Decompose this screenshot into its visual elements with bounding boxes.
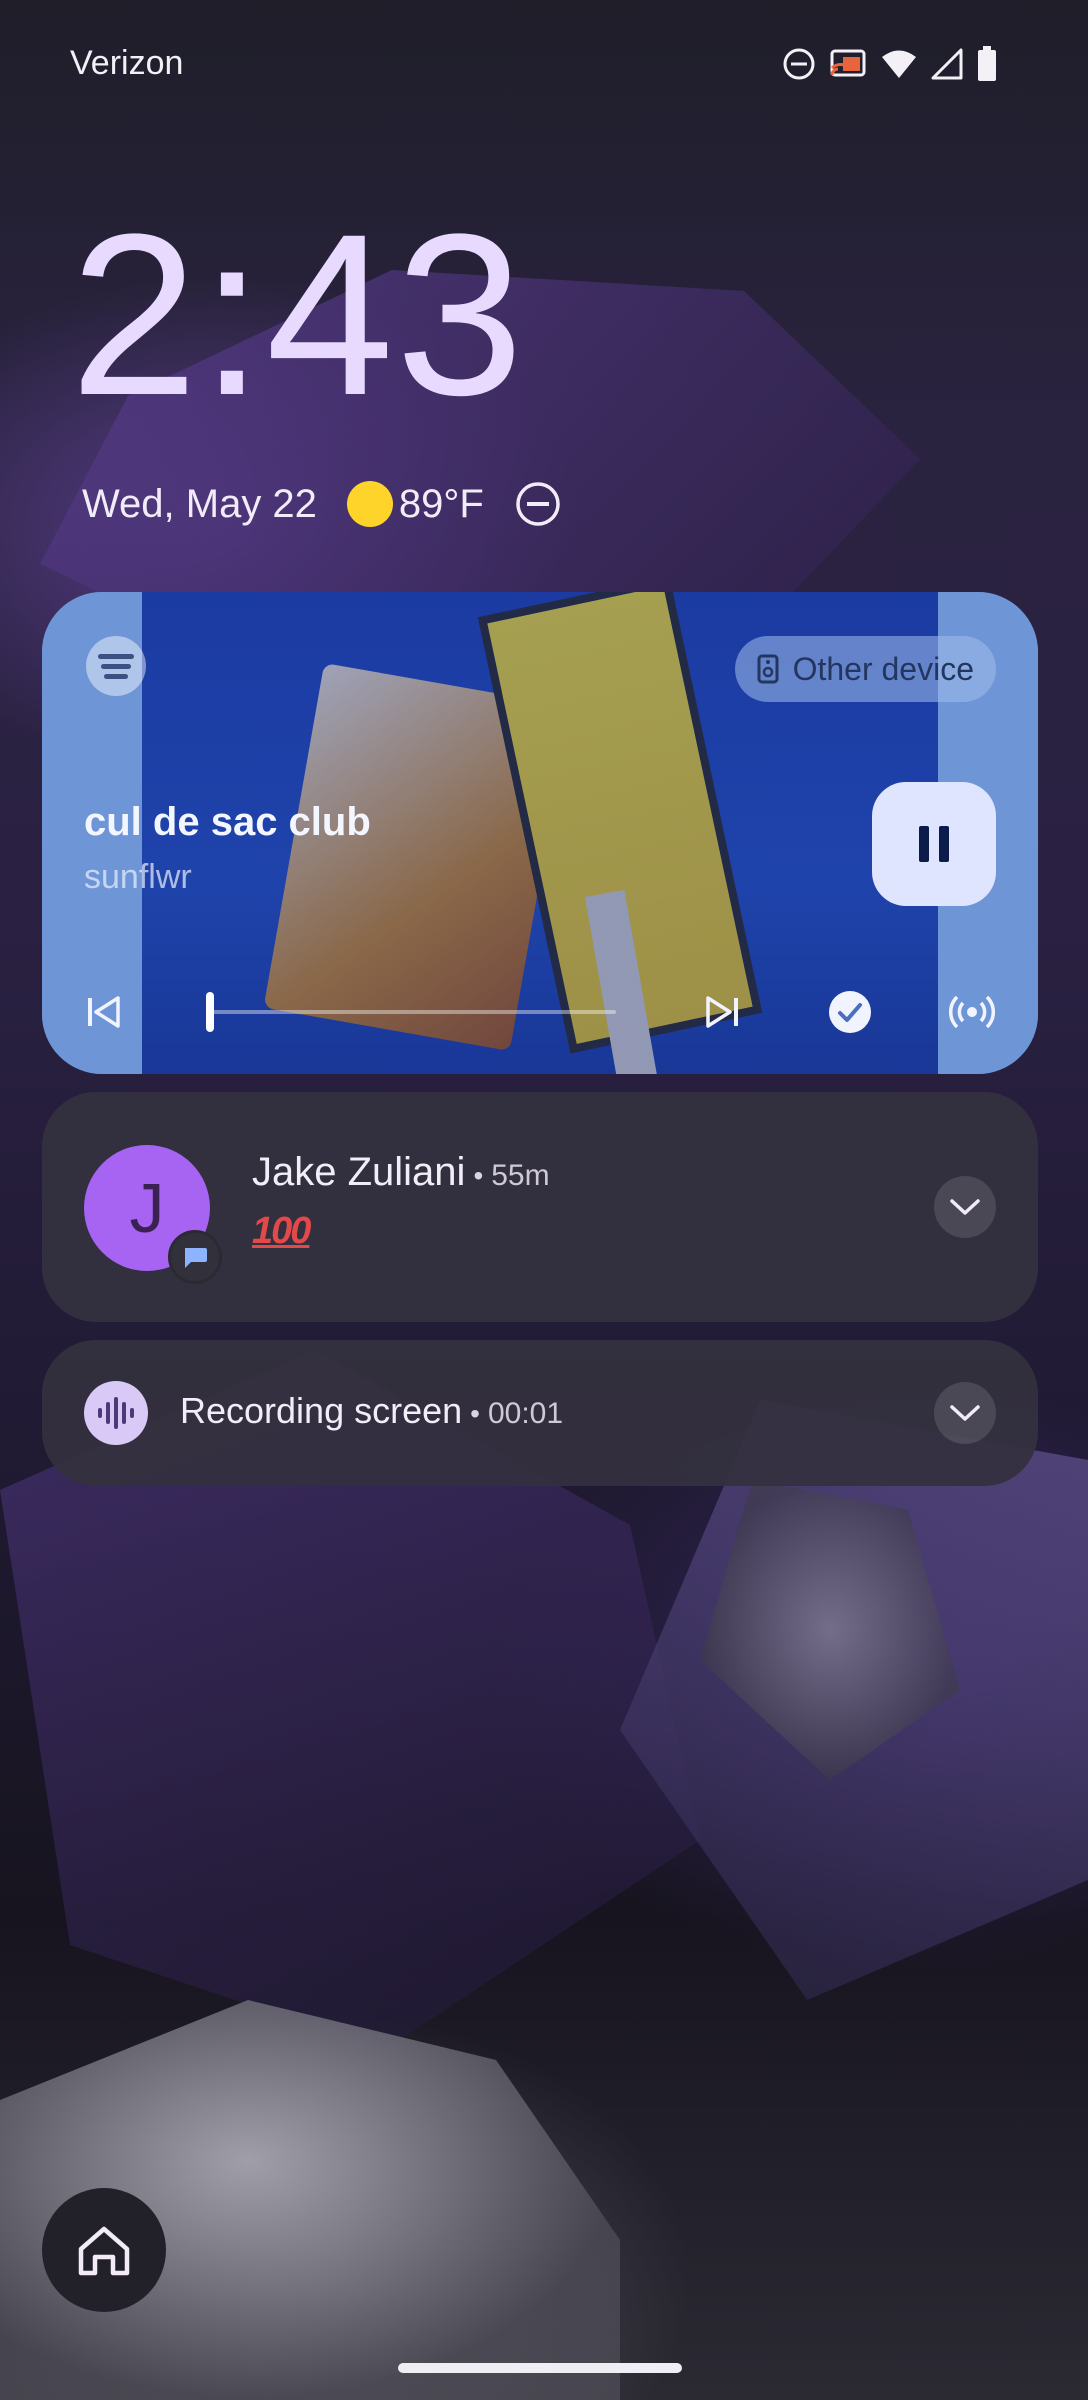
screen-recording-notification[interactable]: Recording screen • 00:01 bbox=[42, 1340, 1038, 1486]
weather-temperature: 89°F bbox=[398, 481, 484, 526]
separator-dot: • bbox=[473, 1160, 484, 1191]
next-icon[interactable] bbox=[702, 992, 742, 1032]
spotify-icon[interactable] bbox=[86, 636, 146, 696]
artist-name: sunflwr bbox=[84, 858, 192, 896]
avatar-letter: J bbox=[129, 1169, 165, 1247]
battery-icon bbox=[978, 46, 996, 81]
gesture-navigation-bar[interactable] bbox=[398, 2363, 682, 2373]
recording-waveform-icon bbox=[84, 1381, 148, 1445]
output-device-chip[interactable]: Other device bbox=[734, 636, 996, 702]
recording-title: Recording screen bbox=[180, 1390, 463, 1431]
seek-thumb[interactable] bbox=[206, 992, 214, 1032]
wallpaper-crystal bbox=[620, 1400, 1088, 2000]
home-controls-button[interactable] bbox=[42, 2188, 166, 2312]
speaker-icon bbox=[757, 654, 779, 684]
check-icon[interactable] bbox=[826, 988, 874, 1036]
status-icons bbox=[782, 46, 998, 82]
status-bar: Verizon bbox=[0, 0, 1088, 130]
previous-icon[interactable] bbox=[84, 992, 124, 1032]
messages-badge-icon bbox=[168, 1230, 222, 1284]
sender-name: Jake Zuliani bbox=[252, 1150, 466, 1194]
recording-header: Recording screen • 00:01 bbox=[180, 1390, 563, 1432]
carrier-label: Verizon bbox=[70, 44, 184, 82]
message-notification[interactable]: J Jake Zuliani • 55m 100 bbox=[42, 1092, 1038, 1322]
notification-time: 55m bbox=[491, 1159, 550, 1192]
lockscreen-clock: 2:43 bbox=[70, 186, 526, 443]
do-not-disturb-icon bbox=[783, 48, 815, 80]
pause-button[interactable] bbox=[872, 782, 996, 906]
cast-icon bbox=[830, 49, 866, 77]
wifi-icon bbox=[882, 50, 916, 78]
chevron-down-icon bbox=[950, 1405, 980, 1421]
message-content: 100 bbox=[252, 1210, 311, 1252]
date-label: Wed, May 22 bbox=[82, 481, 317, 526]
expand-button[interactable] bbox=[934, 1176, 996, 1238]
cell-signal-icon bbox=[931, 48, 963, 80]
sun-icon bbox=[346, 481, 393, 527]
home-icon bbox=[78, 2226, 130, 2276]
pause-icon bbox=[919, 826, 929, 862]
do-not-disturb-icon bbox=[516, 482, 560, 526]
output-device-label: Other device bbox=[792, 650, 974, 687]
notification-header: Jake Zuliani • 55m bbox=[252, 1150, 550, 1195]
seek-bar[interactable] bbox=[206, 992, 616, 1032]
chevron-down-icon bbox=[950, 1199, 980, 1215]
cast-broadcast-icon[interactable] bbox=[948, 988, 996, 1036]
media-player-card[interactable]: Other device cul de sac club sunflwr bbox=[42, 592, 1038, 1074]
recording-elapsed: 00:01 bbox=[487, 1397, 564, 1430]
wallpaper-crystal bbox=[700, 1480, 960, 1780]
separator-dot: • bbox=[470, 1398, 480, 1429]
date-weather-row[interactable]: Wed, May 22 89°F bbox=[82, 480, 562, 528]
expand-button[interactable] bbox=[934, 1382, 996, 1444]
song-title: cul de sac club bbox=[84, 800, 371, 844]
